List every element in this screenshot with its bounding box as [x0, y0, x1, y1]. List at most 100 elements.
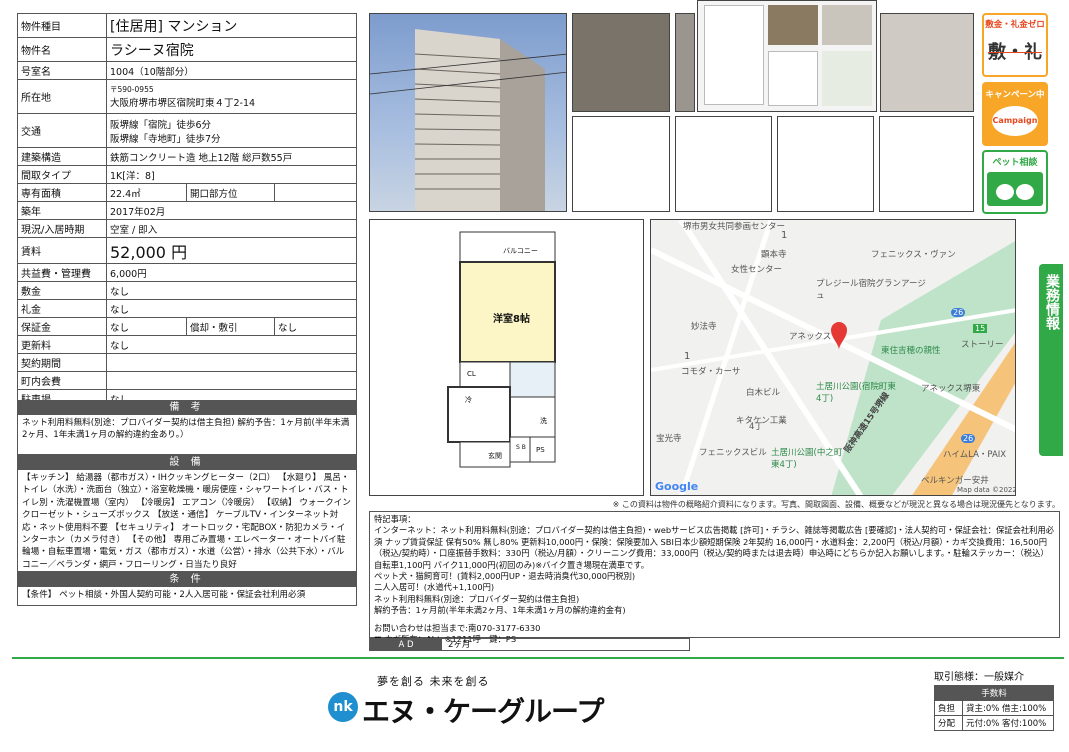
- company-logo-icon: nk: [328, 692, 358, 722]
- label-shikikin: 敷金: [17, 281, 107, 300]
- value-common-fee: 6,000円: [106, 263, 357, 282]
- label-renewal: 更新料: [17, 335, 107, 354]
- corridor-photo[interactable]: [880, 13, 974, 112]
- facilities-heading: 設 備: [17, 455, 357, 470]
- value-traffic: 阪堺線「宿院」徒歩6分 阪堺線「寺地町」徒歩7分: [106, 113, 357, 148]
- campaign-label: キャンペーン中: [985, 90, 1045, 100]
- label-common-fee: 共益費・管理費: [17, 263, 107, 282]
- map-label-19: ハイムLA・PAIX: [943, 450, 1007, 460]
- disclaimer: ※ この資料は物件の概略紹介資料になります。写真、間取図面、設備、概要などが現況…: [612, 500, 1060, 509]
- value-orientation: [274, 183, 357, 202]
- map-num-2: 15: [973, 324, 988, 333]
- map-label-13: アネックス堺東: [921, 384, 981, 394]
- map-label-14: 宝光寺: [656, 434, 682, 444]
- fee-split-value: 元付:0% 客付:100%: [962, 715, 1054, 731]
- traffic-line-2: 阪堺線「寺地町」徒歩7分: [110, 133, 221, 145]
- label-structure: 建築構造: [17, 147, 107, 166]
- label-property-type: 物件種目: [17, 13, 107, 38]
- label-contract-period: 契約期間: [17, 353, 107, 372]
- map-num-1: 1: [684, 351, 691, 362]
- notes-line-4: 解約予告：1ヶ月前(半年未満2ヶ月、1年未満1ヶ月の解約違約金有): [374, 605, 626, 616]
- label-reikin: 礼金: [17, 299, 107, 318]
- traffic-line-1: 阪堺線「宿院」徒歩6分: [110, 119, 212, 131]
- footer-divider: [12, 657, 1064, 659]
- plan-room: 洋室8帖: [493, 314, 530, 325]
- floor-plan[interactable]: バルコニー 洋室8帖 CL 冷 洗 玄関 S B PS: [369, 219, 644, 496]
- pet-label: ペット相談: [992, 158, 1038, 168]
- map-label-3: フェニックス・ヴァン: [871, 250, 956, 260]
- zero-deposit-badge: 敷金・礼金ゼロ 敷・礼: [982, 13, 1048, 77]
- notes-line-2: 二人入居可！(水道代+1,100円): [374, 582, 495, 593]
- value-property-type: [住居用] マンション: [106, 13, 357, 38]
- building-exterior-photo[interactable]: [369, 13, 567, 212]
- notes-line-0: インターネット：ネット利用料無料(別途：プロバイダー契約は借主負担)・webサー…: [374, 525, 1055, 570]
- entrance-photo[interactable]: [572, 13, 670, 112]
- value-deposit: なし: [106, 317, 187, 336]
- photo-slot-7[interactable]: [675, 116, 772, 212]
- label-traffic: 交通: [17, 113, 107, 148]
- fee-box: 取引態様：一般媒介 手数料 負担 貸主:0% 借主:100% 分配 元付:0% …: [934, 668, 1054, 731]
- conditions-text: 【条件】 ペット相談・外国人契約可能・2人入居可能・保証会社利用必須: [17, 587, 357, 606]
- value-name: ラシーヌ宿院: [106, 37, 357, 62]
- label-address: 所在地: [17, 79, 107, 114]
- label-status: 現況/入居時期: [17, 219, 107, 238]
- plan-wash: 洗: [540, 417, 547, 425]
- label-area: 専有面積: [17, 183, 107, 202]
- map-label-17: 土居川公園(中之町東4丁): [771, 448, 843, 470]
- map-num-4: 26: [961, 434, 976, 443]
- company-logo-word: エヌ・ケーグループ: [362, 695, 604, 728]
- map-label-7: 東住吉穂の親性: [881, 346, 941, 356]
- value-layout: 1K[洋：8]: [106, 165, 357, 184]
- map-label-4: プレジール宿院グランアージュ: [816, 279, 926, 301]
- map-credit: Map data ©2022: [957, 486, 1016, 494]
- fee-burden-label: 負担: [934, 700, 963, 716]
- map-label-1: 顕本寺: [761, 250, 787, 260]
- ad-row: A D 2ヶ月: [369, 638, 690, 651]
- label-name: 物件名: [17, 37, 107, 62]
- conditions-heading: 条 件: [17, 572, 357, 587]
- map-label-16: フェニックスビル: [699, 448, 767, 458]
- zip-code: 〒590-0955: [110, 85, 154, 94]
- lobby-photo[interactable]: [675, 13, 695, 112]
- value-town-fee: [106, 371, 357, 390]
- notes-line-3: ネット利用料無料(別途：プロバイダー契約は借主負担): [374, 593, 580, 604]
- plan-shoe-box: S B: [516, 444, 526, 451]
- map-label-9: コモダ・カーサ: [681, 367, 741, 377]
- map-label-15: 4丁: [749, 422, 763, 432]
- campaign-sub: Campaign: [992, 106, 1038, 136]
- value-address: 〒590-0955 大阪府堺市堺区宿院町東４丁2-14: [106, 79, 357, 114]
- photo-slot-8[interactable]: [777, 116, 874, 212]
- map-num-3: 26: [951, 308, 966, 317]
- label-built: 築年: [17, 201, 107, 220]
- map-label-6: アネックス: [789, 332, 832, 342]
- map-num-0: 1: [781, 230, 788, 241]
- label-amortization: 償却・敷引: [186, 317, 275, 336]
- listing-sheet-thumbnail[interactable]: [697, 0, 877, 112]
- value-shikikin: なし: [106, 281, 357, 300]
- notes-line-6: お問い合わせは担当まで:南070-3177-6330: [374, 622, 541, 633]
- value-renewal: なし: [106, 335, 357, 354]
- transaction-type: 取引態様：一般媒介: [934, 672, 1024, 683]
- map-label-10: 白木ビル: [746, 388, 781, 398]
- fee-split-label: 分配: [934, 715, 963, 731]
- location-map[interactable]: 堺市男女共同参画センター 顕本寺 女性センター フェニックス・ヴァン プレジール…: [650, 219, 1016, 496]
- special-notes: 特記事項： インターネット：ネット利用料無料(別途：プロバイダー契約は借主負担)…: [369, 511, 1060, 644]
- label-deposit: 保証金: [17, 317, 107, 336]
- label-orientation: 開口部方位: [186, 183, 275, 202]
- map-label-20: ベルキンガー安井: [921, 476, 989, 486]
- notes-title: 特記事項：: [374, 514, 416, 524]
- facilities-text: 【キッチン】 給湯器（都市ガス）・IHクッキングヒーター（2口） 【水廻り】 風…: [17, 470, 357, 572]
- photo-slot-6[interactable]: [572, 116, 670, 212]
- photo-slot-9[interactable]: [879, 116, 974, 212]
- value-status: 空室 / 即入: [106, 219, 357, 238]
- value-reikin: なし: [106, 299, 357, 318]
- fee-header: 手数料: [934, 685, 1054, 701]
- ad-value: 2ヶ月: [448, 640, 471, 650]
- value-room-no: 1004（10階部分）: [106, 61, 357, 80]
- map-label-8: ストーリー: [961, 340, 1004, 350]
- value-contract-period: [106, 353, 357, 372]
- business-info-tab[interactable]: 業務情報: [1039, 264, 1063, 456]
- label-town-fee: 町内会費: [17, 371, 107, 390]
- value-built: 2017年02月: [106, 201, 357, 220]
- remarks-heading: 備 考: [17, 400, 357, 415]
